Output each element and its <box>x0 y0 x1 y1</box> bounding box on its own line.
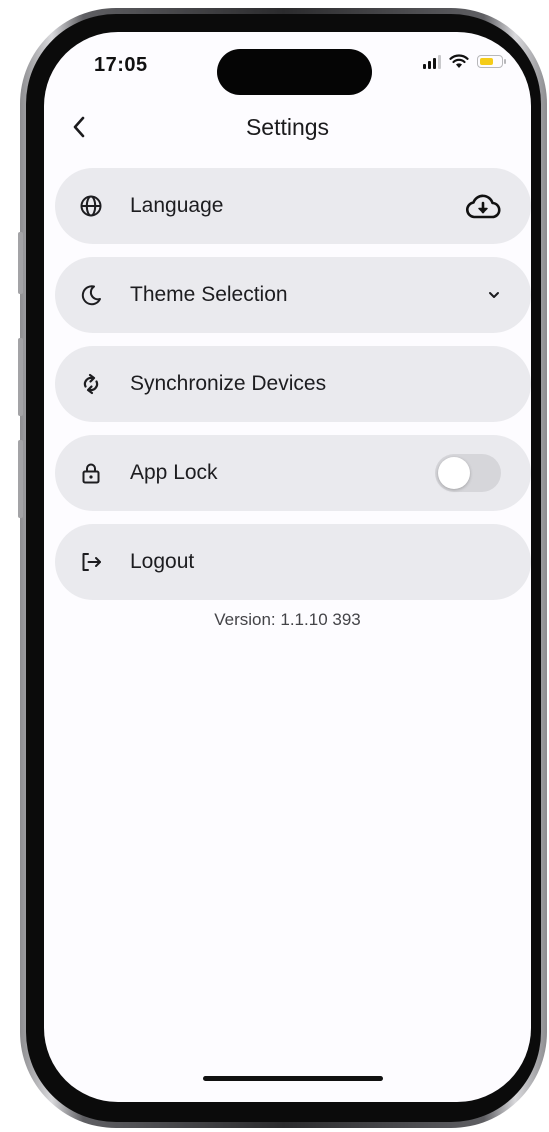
toggle-knob <box>438 457 470 489</box>
moon-icon <box>79 283 103 307</box>
cloud-download-button[interactable] <box>465 168 501 244</box>
settings-item-label: App Lock <box>130 461 218 484</box>
settings-item-language[interactable]: Language <box>55 168 531 244</box>
logout-icon <box>79 550 103 574</box>
settings-item-theme[interactable]: Theme Selection <box>55 257 531 333</box>
chevron-down-icon <box>489 292 499 298</box>
wifi-icon <box>449 54 469 68</box>
battery-icon <box>477 55 506 68</box>
screen: 17:05 Settings Language Theme Selection … <box>44 32 531 1102</box>
app-lock-toggle[interactable] <box>435 454 501 492</box>
settings-item-app-lock[interactable]: App Lock <box>55 435 531 511</box>
cloud-download-icon <box>465 194 501 219</box>
volume-down-button <box>18 440 23 518</box>
settings-item-label: Synchronize Devices <box>130 372 327 395</box>
settings-item-label: Language <box>130 194 224 217</box>
home-indicator[interactable] <box>203 1076 383 1081</box>
settings-item-logout[interactable]: Logout <box>55 524 531 600</box>
action-button <box>18 232 23 294</box>
settings-item-label: Logout <box>130 550 195 573</box>
signal-icon <box>423 54 441 69</box>
sync-icon <box>79 372 103 396</box>
settings-item-label: Theme Selection <box>130 283 288 306</box>
settings-list: Language Theme Selection Synchronize Dev… <box>55 168 531 613</box>
theme-dropdown[interactable] <box>487 257 501 333</box>
dynamic-island <box>217 49 372 95</box>
volume-up-button <box>18 338 23 416</box>
status-time: 17:05 <box>94 54 148 76</box>
app-lock-toggle-wrap <box>435 435 501 511</box>
status-icons <box>423 54 506 69</box>
settings-item-sync[interactable]: Synchronize Devices <box>55 346 531 422</box>
lock-icon <box>79 461 103 485</box>
page-title: Settings <box>245 114 330 140</box>
globe-icon <box>79 194 103 218</box>
version-text: Version: 1.1.10 393 <box>214 610 361 629</box>
